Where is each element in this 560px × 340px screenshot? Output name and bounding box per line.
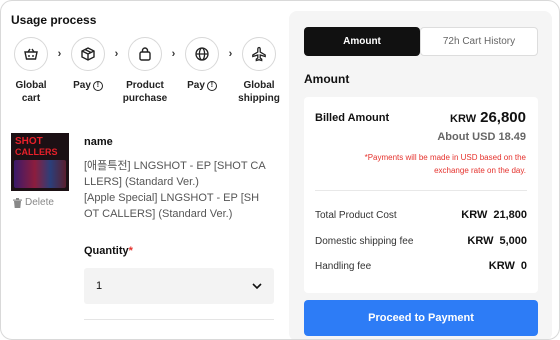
tab-cart-history[interactable]: 72h Cart History	[420, 27, 538, 56]
quantity-value: 1	[96, 280, 103, 292]
amount-card: Billed Amount KRW 26,800 About USD 18.49 …	[304, 97, 538, 293]
usd-amount: About USD 18.49	[437, 131, 526, 143]
usage-process-title: Usage process	[11, 13, 97, 27]
chevron-right-icon: ›	[57, 48, 62, 60]
billed-currency: KRW	[450, 113, 477, 125]
cost-row-domestic-shipping: Domestic shipping fee KRW 5,000	[315, 235, 527, 247]
cost-currency: KRW	[467, 235, 494, 247]
chevron-right-icon: ›	[171, 48, 176, 60]
quantity-label: Quantity*	[84, 245, 133, 257]
description-line: [애플특전] LNGSHOT - EP [SHOT CA	[84, 160, 266, 172]
cost-currency: KRW	[461, 209, 488, 221]
step-label: Product purchase	[122, 80, 168, 104]
step-label-text: Pay	[73, 80, 91, 91]
album-artwork	[14, 160, 66, 188]
required-mark: *	[128, 245, 133, 257]
album-title-line: CALLERS	[15, 147, 58, 157]
cost-label: Total Product Cost	[315, 209, 397, 221]
description-line: LLERS] (Standard Ver.)	[84, 176, 199, 188]
step-label: Pay !	[187, 79, 217, 92]
step-label: Global shipping	[238, 80, 280, 104]
info-icon[interactable]: !	[92, 80, 103, 91]
delete-button[interactable]: Delete	[13, 197, 54, 208]
billed-amount-value: KRW 26,800	[450, 109, 526, 127]
chevron-down-icon	[252, 283, 262, 289]
cost-value: KRW 0	[489, 260, 527, 272]
right-panel: Amount 72h Cart History Amount Billed Am…	[289, 11, 552, 339]
billed-amount-label: Billed Amount	[315, 112, 390, 124]
divider	[84, 319, 274, 320]
cost-number: 0	[520, 260, 527, 272]
step-label: Pay !	[73, 79, 103, 92]
proceed-to-payment-button[interactable]: Proceed to Payment	[304, 300, 538, 336]
album-cover[interactable]: SHOT CALLERS	[11, 133, 69, 191]
exchange-rate-note: *Payments will be made in USD based on t…	[326, 151, 526, 177]
cost-number: 5,000	[499, 235, 527, 247]
bag-icon	[128, 37, 162, 71]
step-global-cart: Global cart	[7, 37, 55, 105]
step-label: Global cart	[15, 80, 47, 104]
step-pay-1: Pay !	[64, 37, 112, 92]
billed-number: 26,800	[480, 109, 526, 126]
tab-amount[interactable]: Amount	[304, 27, 420, 56]
cost-value: KRW 5,000	[467, 235, 527, 247]
usage-steps: Global cart › Pay ! › Product purchase ›…	[7, 37, 283, 105]
tab-bar: Amount 72h Cart History	[304, 27, 538, 56]
cost-value: KRW 21,800	[461, 209, 527, 221]
airplane-icon	[242, 37, 276, 71]
step-global-shipping: Global shipping	[235, 37, 283, 105]
cost-label: Handling fee	[315, 260, 372, 272]
cost-label: Domestic shipping fee	[315, 235, 414, 247]
cost-row-handling-fee: Handling fee KRW 0	[315, 260, 527, 272]
chevron-right-icon: ›	[228, 48, 233, 60]
description-line: [Apple Special] LNGSHOT - EP [SH	[84, 192, 260, 204]
album-title-line: SHOT	[15, 136, 43, 147]
step-pay-2: Pay !	[178, 37, 226, 92]
globe-icon	[185, 37, 219, 71]
product-description: [애플특전] LNGSHOT - EP [SHOT CA LLERS] (Sta…	[84, 158, 276, 222]
quantity-label-text: Quantity	[84, 245, 129, 257]
page-frame: Usage process Global cart › Pay ! › Prod…	[0, 0, 560, 340]
description-line: OT CALLERS] (Standard Ver.)	[84, 208, 233, 220]
delete-label: Delete	[25, 197, 54, 208]
product-name-label: name	[84, 136, 113, 148]
quantity-select[interactable]: 1	[84, 268, 274, 304]
box-icon	[71, 37, 105, 71]
step-label-text: Pay	[187, 80, 205, 91]
note-line: exchange rate on the day.	[434, 166, 526, 175]
note-line: *Payments will be made in USD based on t…	[364, 153, 526, 162]
info-icon[interactable]: !	[206, 80, 217, 91]
chevron-right-icon: ›	[114, 48, 119, 60]
divider	[315, 190, 527, 191]
step-product-purchase: Product purchase	[121, 37, 169, 105]
cost-row-total-product: Total Product Cost KRW 21,800	[315, 209, 527, 221]
amount-title: Amount	[304, 72, 350, 86]
basket-icon	[14, 37, 48, 71]
trash-icon	[13, 197, 22, 208]
cost-number: 21,800	[493, 209, 527, 221]
cost-currency: KRW	[488, 260, 515, 272]
left-panel: Usage process Global cart › Pay ! › Prod…	[1, 1, 289, 339]
